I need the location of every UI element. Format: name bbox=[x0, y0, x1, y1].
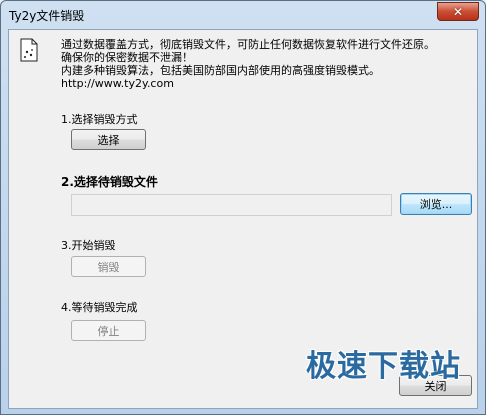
document-icon bbox=[20, 38, 38, 62]
intro-line: 内建多种销毁算法，包括美国防部国内部使用的高强度销毁模式。 bbox=[61, 64, 380, 77]
intro-text: 通过数据覆盖方式，彻底销毁文件，可防止任何数据恢复软件进行文件还原。 确保你的保… bbox=[61, 38, 473, 90]
close-icon: ✕ bbox=[452, 4, 464, 19]
select-method-button[interactable]: 选择 bbox=[71, 129, 146, 150]
intro-line: 确保你的保密数据不泄漏！ bbox=[61, 51, 193, 64]
title-bar[interactable]: Ty2y文件销毁 ✕ bbox=[1, 1, 485, 29]
step2-label: 2.选择待销毁文件 bbox=[61, 175, 158, 189]
file-path-field[interactable] bbox=[71, 194, 392, 216]
browse-button[interactable]: 浏览... bbox=[400, 193, 472, 215]
app-window: Ty2y文件销毁 ✕ 通过数据覆盖方式，彻底销毁文件，可防止任何数据恢复软件进行… bbox=[0, 0, 486, 415]
step1-label: 1.选择销毁方式 bbox=[61, 113, 138, 126]
stop-button[interactable]: 停止 bbox=[71, 320, 146, 341]
step4-label: 4.等待销毁完成 bbox=[61, 301, 138, 314]
step3-label: 3.开始销毁 bbox=[61, 239, 116, 252]
intro-line: 通过数据覆盖方式，彻底销毁文件，可防止任何数据恢复软件进行文件还原。 bbox=[61, 38, 435, 51]
shred-button[interactable]: 销毁 bbox=[71, 256, 146, 277]
window-title: Ty2y文件销毁 bbox=[9, 9, 85, 23]
website-link[interactable]: http://www.ty2y.com bbox=[61, 77, 473, 90]
watermark-text: 极速下载站 bbox=[306, 349, 461, 384]
window-close-button[interactable]: ✕ bbox=[437, 2, 479, 21]
